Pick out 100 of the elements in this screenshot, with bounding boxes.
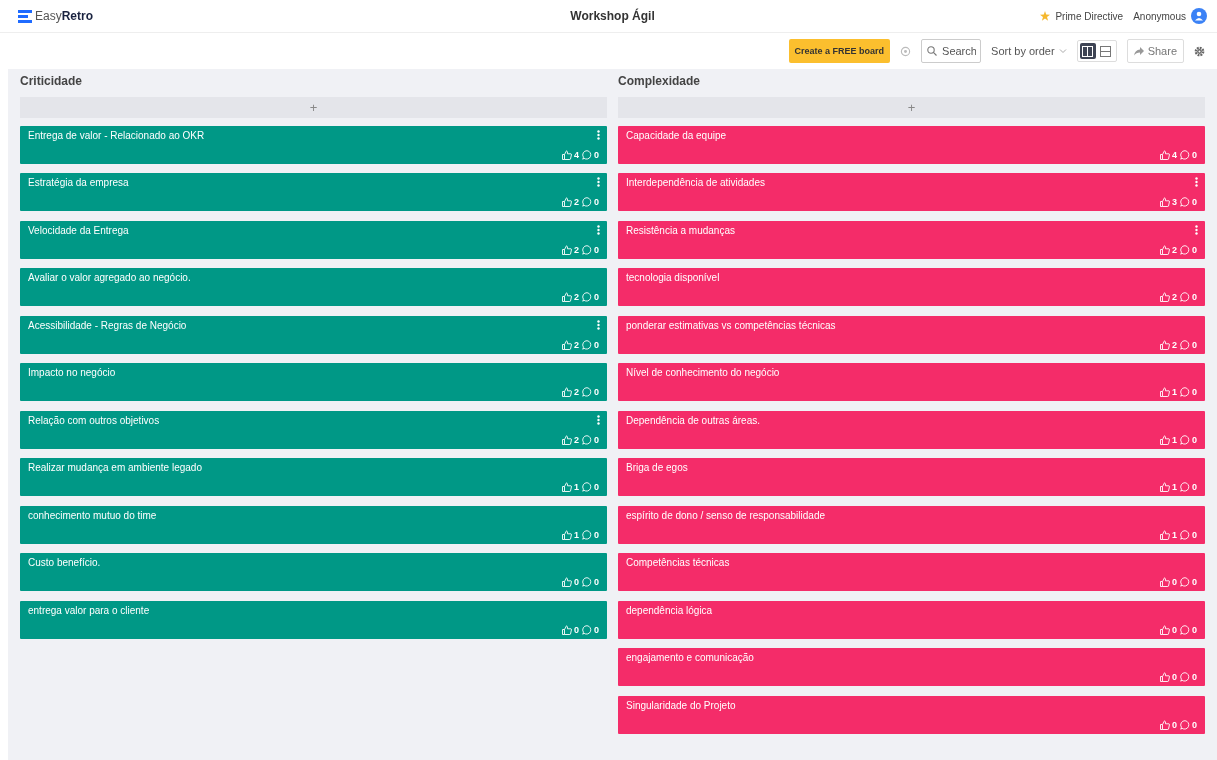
more-icon[interactable] — [597, 177, 600, 187]
thumbs-up-icon[interactable] — [561, 339, 572, 350]
comment-icon[interactable] — [582, 197, 592, 207]
thumbs-up-icon[interactable] — [561, 149, 572, 160]
card[interactable]: Briga de egos 1 0 — [618, 458, 1205, 496]
sort-dropdown[interactable]: Sort by order — [991, 45, 1067, 57]
create-board-button[interactable]: Create a FREE board — [788, 39, 891, 63]
comment-icon[interactable] — [582, 149, 592, 160]
comment-icon[interactable] — [1180, 577, 1190, 587]
comment-icon[interactable] — [1180, 482, 1190, 492]
comment-icon[interactable] — [1180, 244, 1190, 255]
card[interactable]: Nível de conhecimento do negócio 1 0 — [618, 363, 1205, 401]
thumbs-up-icon[interactable] — [561, 482, 572, 492]
card[interactable]: espírito de dono / senso de responsabilidade 1 0 — [618, 505, 1205, 544]
card[interactable]: Capacidade da equipe 4 0 — [618, 125, 1205, 164]
card[interactable]: Dependência de outras áreas. 1 0 — [618, 410, 1205, 449]
thumbs-up-icon[interactable] — [1159, 149, 1170, 160]
card[interactable]: conhecimento mutuo do time 1 0 — [20, 505, 607, 544]
user-name[interactable]: Anonymous — [1133, 10, 1186, 22]
thumbs-up-icon[interactable] — [561, 387, 572, 397]
card[interactable]: entrega valor para o cliente 0 0 — [20, 600, 607, 639]
thumbs-up-icon[interactable] — [1159, 244, 1170, 255]
comment-icon[interactable] — [1180, 197, 1190, 207]
comment-icon[interactable] — [1180, 529, 1190, 540]
comment-icon[interactable] — [582, 387, 592, 397]
thumbs-up-icon[interactable] — [561, 244, 572, 255]
search-field[interactable]: Search — [921, 39, 982, 63]
comment-icon[interactable] — [582, 624, 592, 635]
thumbs-up-icon[interactable] — [561, 577, 572, 587]
thumbs-up-icon[interactable] — [1159, 387, 1170, 397]
prime-directive-link[interactable]: Prime Directive — [1055, 10, 1124, 22]
logo-text[interactable]: EasyRetro — [35, 9, 94, 23]
comment-count: 0 — [594, 292, 599, 302]
thumbs-up-icon[interactable] — [561, 624, 572, 635]
card[interactable]: Estratégia da empresa 2 0 — [20, 173, 607, 211]
more-icon[interactable] — [597, 224, 600, 235]
like-count: 1 — [573, 482, 579, 492]
like-count: 2 — [573, 244, 579, 255]
comment-icon[interactable] — [582, 482, 592, 492]
thumbs-up-icon[interactable] — [1159, 482, 1170, 492]
card[interactable]: Resistência a mudanças 2 0 — [618, 220, 1205, 259]
thumbs-up-icon[interactable] — [561, 197, 572, 207]
thumbs-up-icon[interactable] — [1159, 672, 1170, 682]
thumbs-up-icon[interactable] — [1159, 434, 1170, 445]
comment-icon[interactable] — [1180, 624, 1190, 635]
card[interactable]: Entrega de valor - Relacionado ao OKR 4 0 — [20, 125, 607, 164]
card[interactable]: Avaliar o valor agregado ao negócio. 2 0 — [20, 268, 607, 306]
card-text: Relação com outros objetivos — [28, 414, 160, 426]
card[interactable]: Velocidade da Entrega 2 0 — [20, 220, 607, 259]
comment-icon[interactable] — [1180, 387, 1190, 397]
card[interactable]: Acessibilidade - Regras de Negócio 2 0 — [20, 315, 607, 354]
like-count: 3 — [1171, 197, 1177, 207]
comment-icon[interactable] — [582, 292, 592, 302]
thumbs-up-icon[interactable] — [1159, 339, 1170, 350]
share-button[interactable]: Share — [1126, 39, 1184, 63]
card[interactable]: Custo benefício. 0 0 — [20, 553, 607, 591]
thumbs-up-icon[interactable] — [561, 529, 572, 540]
card[interactable]: Interdependência de atividades 3 0 — [618, 173, 1205, 211]
comment-icon[interactable] — [1180, 434, 1190, 445]
card[interactable]: ponderar estimativas vs competências técnicas 2 0 — [618, 315, 1205, 354]
thumbs-up-icon[interactable] — [1159, 197, 1170, 207]
thumbs-up-icon[interactable] — [1159, 719, 1170, 730]
thumbs-up-icon[interactable] — [561, 292, 572, 302]
thumbs-up-icon[interactable] — [1159, 292, 1170, 302]
add-card-button[interactable]: + — [20, 96, 607, 118]
row-view-button[interactable] — [1097, 43, 1114, 59]
comment-icon[interactable] — [1180, 149, 1190, 160]
thumbs-up-icon[interactable] — [1159, 624, 1170, 635]
card[interactable]: engajamento e comunicação 0 0 — [618, 648, 1205, 686]
more-icon[interactable] — [1195, 224, 1198, 235]
card-text: Dependência de outras áreas. — [626, 414, 760, 426]
card-text: Realizar mudança em ambiente legado — [28, 462, 202, 473]
card[interactable]: Singularidade do Projeto 0 0 — [618, 695, 1205, 734]
comment-icon[interactable] — [582, 434, 592, 445]
share-icon — [1133, 46, 1144, 56]
comment-icon[interactable] — [582, 577, 592, 587]
more-icon[interactable] — [597, 319, 600, 330]
card[interactable]: Relação com outros objetivos 2 0 — [20, 410, 607, 449]
avatar-icon[interactable] — [1191, 8, 1207, 24]
card[interactable]: tecnologia disponível 2 0 — [618, 268, 1205, 306]
thumbs-up-icon[interactable] — [1159, 529, 1170, 540]
thumbs-up-icon[interactable] — [561, 434, 572, 445]
comment-icon[interactable] — [1180, 339, 1190, 350]
card[interactable]: Impacto no negócio 2 0 — [20, 363, 607, 401]
more-icon[interactable] — [1195, 177, 1198, 187]
card[interactable]: dependência lógica 0 0 — [618, 600, 1205, 639]
more-icon[interactable] — [597, 414, 600, 425]
comment-icon[interactable] — [582, 244, 592, 255]
more-icon[interactable] — [597, 129, 600, 140]
thumbs-up-icon[interactable] — [1159, 577, 1170, 587]
comment-icon[interactable] — [1180, 292, 1190, 302]
card[interactable]: Competências técnicas 0 0 — [618, 553, 1205, 591]
column-view-button[interactable] — [1079, 43, 1096, 59]
comment-icon[interactable] — [1180, 672, 1190, 682]
add-card-button[interactable]: + — [618, 96, 1205, 118]
comment-icon[interactable] — [582, 529, 592, 540]
comment-icon[interactable] — [1180, 719, 1190, 730]
comment-count: 0 — [1192, 339, 1197, 350]
card[interactable]: Realizar mudança em ambiente legado 1 0 — [20, 458, 607, 496]
comment-icon[interactable] — [582, 339, 592, 350]
